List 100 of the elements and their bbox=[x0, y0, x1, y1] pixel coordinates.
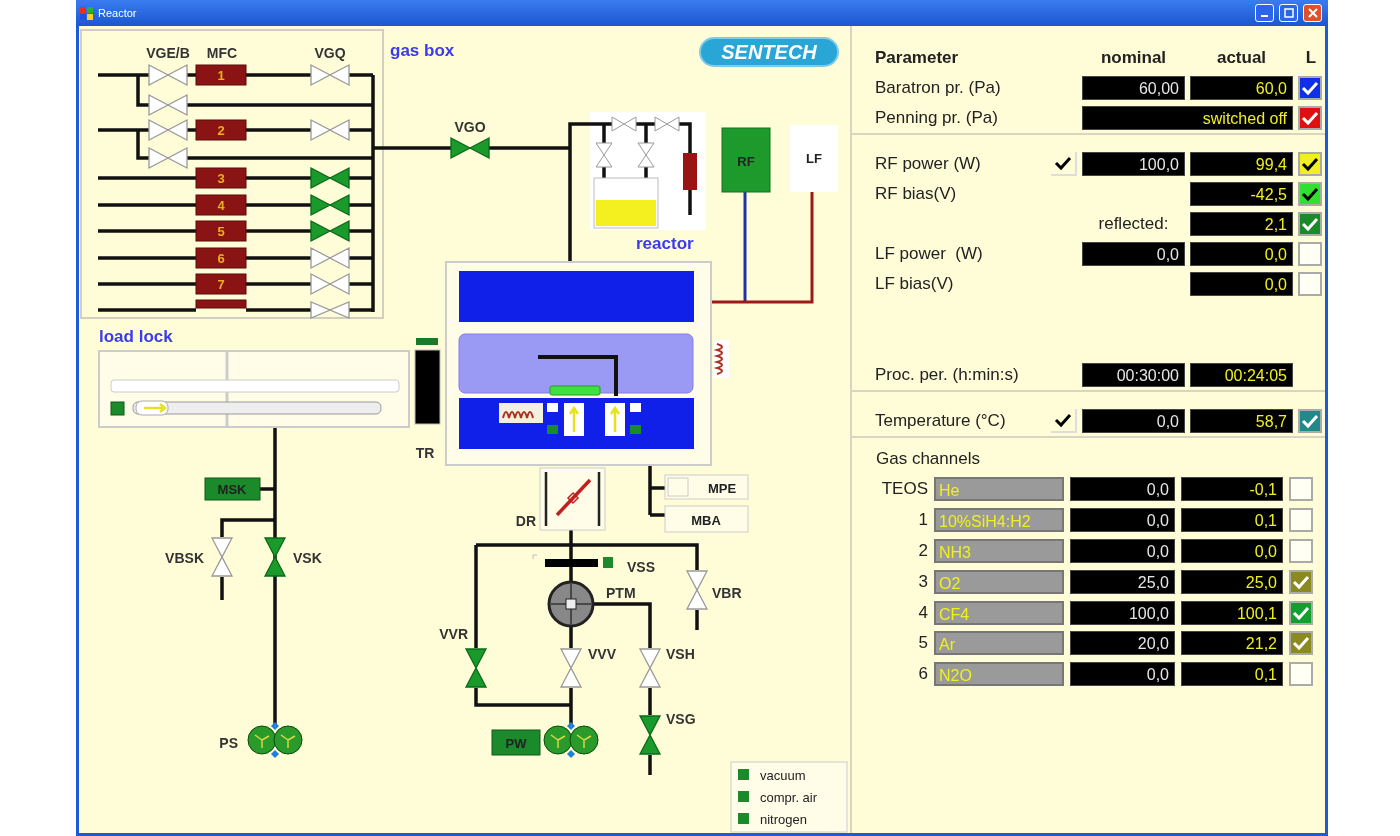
minimize-button[interactable] bbox=[1255, 4, 1274, 22]
mfc-unit[interactable]: 4 bbox=[195, 194, 247, 216]
limit-checkbox[interactable] bbox=[1298, 76, 1322, 100]
heater-coil-icon bbox=[713, 340, 729, 378]
setpoint-field[interactable]: 20,0 bbox=[1070, 631, 1175, 656]
mfc-unit[interactable]: 2 bbox=[195, 119, 247, 141]
limit-checkbox[interactable] bbox=[1298, 182, 1322, 206]
gauge-box[interactable]: MSK bbox=[204, 477, 261, 501]
limit-checkbox[interactable] bbox=[1289, 600, 1313, 625]
valve-icon[interactable] bbox=[148, 93, 188, 117]
channel-number: 4 bbox=[917, 602, 928, 623]
valve-icon[interactable] bbox=[263, 537, 287, 577]
limit-checkbox[interactable] bbox=[1289, 477, 1313, 502]
valve-label: VVR bbox=[439, 626, 468, 642]
limit-checkbox[interactable] bbox=[1289, 508, 1313, 533]
component-label: PTM bbox=[606, 585, 636, 601]
mfc-unit[interactable]: 6 bbox=[195, 247, 247, 269]
mfc-unit[interactable]: 7 bbox=[195, 273, 247, 295]
butterfly-valve-icon[interactable] bbox=[539, 467, 606, 531]
limit-checkbox[interactable] bbox=[1289, 539, 1313, 563]
column-header: nominal bbox=[1099, 48, 1168, 68]
enable-checkbox[interactable] bbox=[1051, 152, 1077, 176]
valve-icon[interactable] bbox=[310, 272, 350, 296]
enable-checkbox[interactable] bbox=[1051, 409, 1077, 433]
maximize-icon[interactable] bbox=[1283, 8, 1294, 18]
mfc-unit[interactable] bbox=[195, 299, 247, 309]
valve-label: VBSK bbox=[165, 550, 204, 566]
valve-icon[interactable] bbox=[559, 648, 583, 688]
valve-icon[interactable] bbox=[148, 63, 188, 87]
rf-generator[interactable]: RF bbox=[721, 127, 771, 193]
pipe bbox=[679, 122, 692, 153]
setpoint-field[interactable]: 0,0 bbox=[1070, 539, 1175, 563]
transfer-valve-icon bbox=[414, 338, 441, 425]
slide-valve-icon[interactable] bbox=[532, 554, 613, 568]
maximize-button[interactable] bbox=[1279, 4, 1298, 22]
value-display: 0,1 bbox=[1181, 508, 1283, 533]
value-display: -42,5 bbox=[1190, 182, 1293, 206]
pump-status-box[interactable]: PW bbox=[491, 729, 541, 756]
setpoint-field[interactable]: 0,0 bbox=[1082, 242, 1185, 266]
valve-icon[interactable] bbox=[638, 648, 662, 688]
mfc-unit[interactable]: 1 bbox=[195, 64, 247, 86]
valve-icon[interactable] bbox=[310, 118, 350, 142]
valve-icon[interactable] bbox=[210, 537, 234, 577]
pipe bbox=[688, 190, 692, 215]
gauge-box[interactable]: MPE bbox=[664, 474, 749, 500]
valve-icon[interactable] bbox=[310, 301, 350, 319]
valve-icon[interactable] bbox=[464, 648, 488, 688]
setpoint-field[interactable]: 0,0 bbox=[1070, 477, 1175, 502]
liquid-container-icon bbox=[593, 177, 659, 229]
valve-icon[interactable] bbox=[148, 118, 188, 142]
checkmark-icon bbox=[1301, 186, 1319, 202]
legend-label: vacuum bbox=[760, 768, 806, 783]
column-label: VGE/B bbox=[146, 45, 190, 61]
setpoint-field[interactable]: 0,0 bbox=[1070, 662, 1175, 687]
pipe bbox=[648, 755, 652, 775]
setpoint-field[interactable]: 00:30:00 bbox=[1082, 363, 1185, 387]
close-icon[interactable] bbox=[1307, 8, 1318, 18]
setpoint-field[interactable]: 0,0 bbox=[1070, 508, 1175, 533]
valve-icon[interactable] bbox=[310, 63, 350, 87]
limit-checkbox[interactable] bbox=[1289, 662, 1313, 687]
limit-checkbox[interactable] bbox=[1298, 152, 1322, 176]
value-display: 0,0 bbox=[1181, 539, 1283, 563]
valve-label: VVV bbox=[588, 646, 616, 662]
valve-icon[interactable] bbox=[310, 246, 350, 270]
valve-label: VGO bbox=[454, 119, 486, 135]
setpoint-field[interactable]: 60,00 bbox=[1082, 76, 1185, 100]
valve-icon[interactable] bbox=[310, 166, 350, 190]
valve-icon[interactable] bbox=[310, 193, 350, 217]
pump-icon[interactable] bbox=[247, 722, 303, 758]
limit-checkbox[interactable] bbox=[1298, 242, 1322, 266]
setpoint-field[interactable]: 100,0 bbox=[1082, 152, 1185, 176]
checkmark-icon bbox=[1292, 604, 1310, 621]
lf-generator[interactable]: LF bbox=[790, 125, 838, 192]
component-label: DR bbox=[515, 513, 536, 529]
channel-number: 2 bbox=[917, 541, 928, 561]
setpoint-field[interactable]: 25,0 bbox=[1070, 569, 1175, 594]
mfc-unit[interactable]: 5 bbox=[195, 220, 247, 242]
limit-checkbox[interactable] bbox=[1289, 631, 1313, 656]
setpoint-field[interactable]: 0,0 bbox=[1082, 409, 1185, 433]
limit-checkbox[interactable] bbox=[1298, 106, 1322, 130]
valve-icon[interactable] bbox=[450, 136, 490, 160]
value-display: 60,0 bbox=[1190, 76, 1293, 100]
checkmark-icon bbox=[1292, 573, 1310, 590]
valve-icon[interactable] bbox=[310, 219, 350, 243]
turbo-pump-icon[interactable] bbox=[547, 580, 595, 628]
close-button[interactable] bbox=[1303, 4, 1322, 22]
limit-checkbox[interactable] bbox=[1298, 409, 1322, 433]
setpoint-field[interactable]: 100,0 bbox=[1070, 600, 1175, 625]
valve-icon[interactable] bbox=[638, 715, 662, 755]
legend-swatch bbox=[738, 813, 749, 824]
pipe bbox=[246, 282, 311, 286]
limit-checkbox[interactable] bbox=[1298, 212, 1322, 236]
valve-icon[interactable] bbox=[685, 570, 709, 610]
gauge-box[interactable]: MBA bbox=[664, 505, 749, 533]
valve-icon[interactable] bbox=[148, 146, 188, 170]
section-title: Gas channels bbox=[875, 448, 981, 470]
mfc-unit[interactable]: 3 bbox=[195, 167, 247, 189]
pump-icon[interactable] bbox=[543, 722, 599, 758]
limit-checkbox[interactable] bbox=[1289, 569, 1313, 594]
limit-checkbox[interactable] bbox=[1298, 272, 1322, 296]
